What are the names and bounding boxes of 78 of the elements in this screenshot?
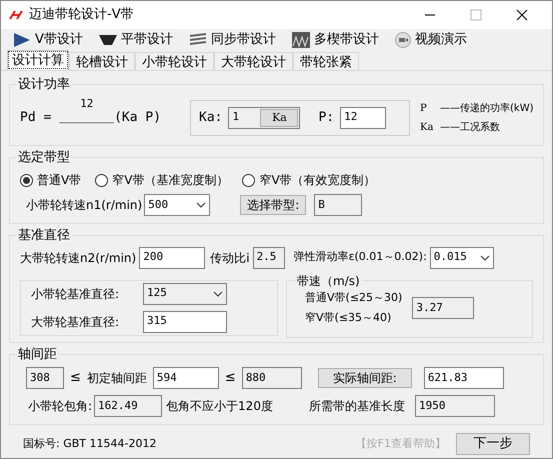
speed-limit-text: 普通V带(≤25～30): [305, 290, 402, 306]
field-label: 弹性滑动率ε(0.01～0.02):: [294, 249, 427, 266]
slip-dropdown[interactable]: 0.015: [430, 246, 494, 268]
tab[interactable]: 设计计算: [7, 50, 69, 70]
note-symbol: Ka: [420, 120, 434, 134]
radio-option[interactable]: 普通V带: [20, 171, 82, 189]
ratio-field[interactable]: 2.5: [252, 246, 285, 268]
diameter-dropdown[interactable]: 125: [143, 282, 227, 304]
ka-field[interactable]: 1: [230, 109, 260, 126]
stripes-icon: [188, 33, 207, 47]
camera-icon: [394, 32, 411, 48]
radio-option[interactable]: 窄V带（有效宽度制）: [242, 171, 376, 189]
belt-speed-field[interactable]: 3.27: [412, 297, 474, 319]
standard-text: 国标号: GBT 11544-2012: [23, 436, 156, 452]
field-label: 小带轮包角:: [28, 398, 92, 415]
max-distance-field[interactable]: 880: [242, 367, 302, 389]
diameter-field[interactable]: 315: [143, 310, 227, 332]
actual-distance-field[interactable]: 621.83: [424, 367, 504, 389]
tab[interactable]: 轮槽设计: [69, 52, 135, 70]
field-label: 传动比i: [210, 250, 250, 266]
tab[interactable]: 大带轮设计: [214, 52, 293, 70]
field-label: 小带轮基准直径:: [31, 286, 120, 302]
length-field[interactable]: 1950: [414, 395, 495, 417]
field-label: 小带轮转速n1(r/min): [26, 197, 142, 214]
distance-field[interactable]: 594: [152, 367, 219, 389]
ka-button[interactable]: Ka: [260, 108, 298, 126]
power-field[interactable]: 12: [340, 106, 386, 128]
tab[interactable]: 带轮张紧: [293, 52, 359, 70]
help-hint: 【按F1查看帮助】: [356, 436, 446, 452]
group-title: 带速（m/s): [296, 272, 361, 290]
wave-icon: [292, 32, 310, 48]
formula-text: (Ka P): [114, 108, 162, 127]
group-title: 选定带型: [17, 148, 71, 166]
toolbar-button[interactable]: 同步带设计: [188, 30, 276, 50]
radio-icon[interactable]: [242, 174, 256, 186]
caret-icon: [213, 290, 223, 296]
field-label: 初定轴间距: [86, 370, 147, 387]
caret-icon: [196, 202, 206, 208]
close-icon[interactable]: [516, 9, 528, 21]
min-distance-field[interactable]: 308: [26, 367, 64, 389]
note-text: ——工况系数: [440, 120, 500, 134]
belt-type-button[interactable]: 选择带型:: [240, 195, 306, 215]
belt-type-field[interactable]: B: [314, 194, 362, 216]
next-button[interactable]: 下一步: [456, 433, 530, 455]
speed-dropdown[interactable]: 500: [144, 194, 210, 216]
actual-distance-button[interactable]: 实际轴间距:: [318, 368, 412, 388]
radio-option[interactable]: 窄V带（基准宽度制）: [95, 171, 228, 189]
formula-text: Pd =: [20, 108, 52, 127]
toolbar-button[interactable]: V带设计: [13, 30, 83, 50]
field-label: Ka:: [199, 108, 222, 127]
fraction-line: _______: [59, 110, 114, 124]
group-title: 基准直径: [17, 227, 71, 245]
belt-icon: [98, 34, 117, 46]
logo-icon: [9, 10, 23, 20]
window-title: 迈迪带轮设计-V带: [29, 6, 134, 24]
angle-field[interactable]: 162.49: [94, 395, 162, 417]
speed-limit-text: 窄V带(≤35～40): [305, 310, 392, 326]
group-title: 轴间距: [17, 346, 58, 364]
less-equal-sign: ≤: [70, 369, 81, 388]
field-label: 大带轮转速n2(r/min): [20, 250, 136, 266]
play-icon: [13, 32, 31, 48]
caret-icon: [480, 254, 490, 260]
note-text: ——传递的功率(kW): [440, 102, 534, 116]
less-equal-sign: ≤: [224, 369, 236, 388]
radio-icon[interactable]: [95, 174, 108, 186]
hint-text: 包角不应小于120度: [166, 398, 273, 415]
field-label: 大带轮基准直径:: [31, 314, 120, 330]
field-label: 所需带的基准长度: [308, 398, 405, 415]
tab[interactable]: 小带轮设计: [135, 52, 214, 70]
toolbar-button[interactable]: 视频演示: [394, 30, 467, 50]
toolbar-button[interactable]: 平带设计: [98, 30, 173, 50]
radio-icon[interactable]: [20, 174, 33, 186]
note-symbol: P: [420, 102, 428, 116]
speed-field[interactable]: 200: [139, 246, 206, 268]
toolbar-button[interactable]: 多楔带设计: [292, 30, 379, 50]
field-label: P:: [318, 108, 334, 127]
group-title: 设计功率: [17, 76, 71, 94]
formula-numerator: 12: [80, 98, 94, 110]
